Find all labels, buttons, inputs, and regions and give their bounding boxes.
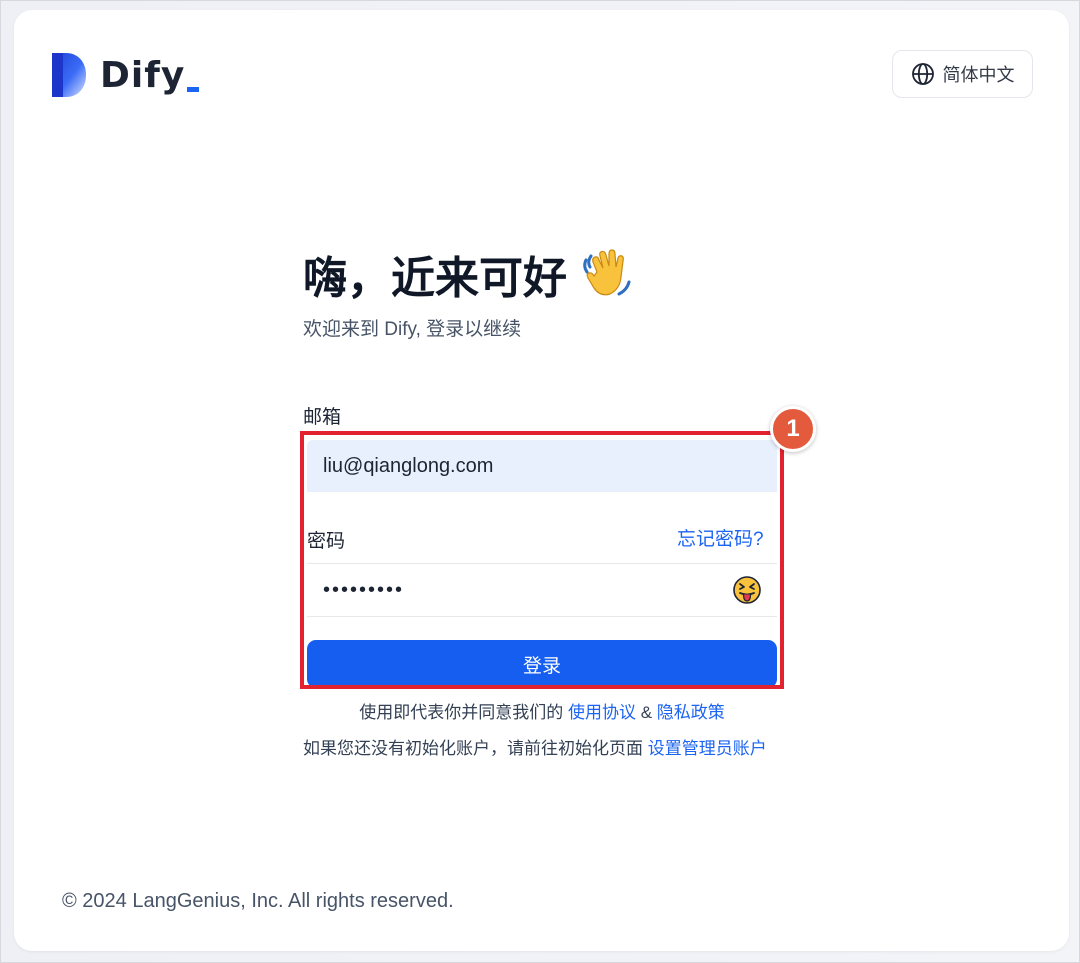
dify-logo: Dify <box>52 52 200 98</box>
brand-name: Dify <box>100 54 186 96</box>
terms-prefix: 使用即代表你并同意我们的 <box>359 703 564 722</box>
login-button[interactable]: 登录 <box>307 640 777 688</box>
email-input[interactable] <box>307 440 777 492</box>
terms-notice: 使用即代表你并同意我们的 使用协议 & 隐私政策 <box>303 698 781 723</box>
language-label: 简体中文 <box>942 65 1015 85</box>
globe-icon <box>911 63 934 85</box>
forgot-password-link[interactable]: 忘记密码? <box>677 524 764 551</box>
page-title: 嗨，近来可好 <box>303 242 633 306</box>
welcome-subtitle: 欢迎来到 Dify, 登录以继续 <box>303 319 522 340</box>
terms-of-use-link[interactable]: 使用协议 <box>568 703 636 722</box>
password-field <box>307 563 777 617</box>
password-label: 密码 <box>307 531 346 552</box>
logo-cursor-mark <box>187 86 200 92</box>
privacy-policy-link[interactable]: 隐私政策 <box>657 703 725 722</box>
waving-hand-icon <box>583 249 631 296</box>
login-card: Dify 简体中文 嗨，近来可好 欢迎来到 Dify, 登录以继续 邮箱 密码 … <box>14 10 1069 951</box>
setup-notice: 如果您还没有初始化账户，请前往初始化页面 设置管理员账户 <box>303 734 781 759</box>
email-label: 邮箱 <box>303 407 342 428</box>
password-input[interactable] <box>307 564 731 616</box>
terms-ampersand: & <box>640 703 653 722</box>
annotation-step-badge: 1 <box>770 406 816 452</box>
greeting-text: 嗨，近来可好 <box>303 254 567 303</box>
setup-admin-link[interactable]: 设置管理员账户 <box>648 739 767 758</box>
tongue-emoji-icon[interactable] <box>731 574 763 606</box>
dify-logo-icon <box>52 53 86 97</box>
copyright-footer: © 2024 LangGenius, Inc. All rights reser… <box>62 890 454 912</box>
language-selector-button[interactable]: 简体中文 <box>892 50 1033 98</box>
setup-prefix: 如果您还没有初始化账户，请前往初始化页面 <box>303 739 643 758</box>
